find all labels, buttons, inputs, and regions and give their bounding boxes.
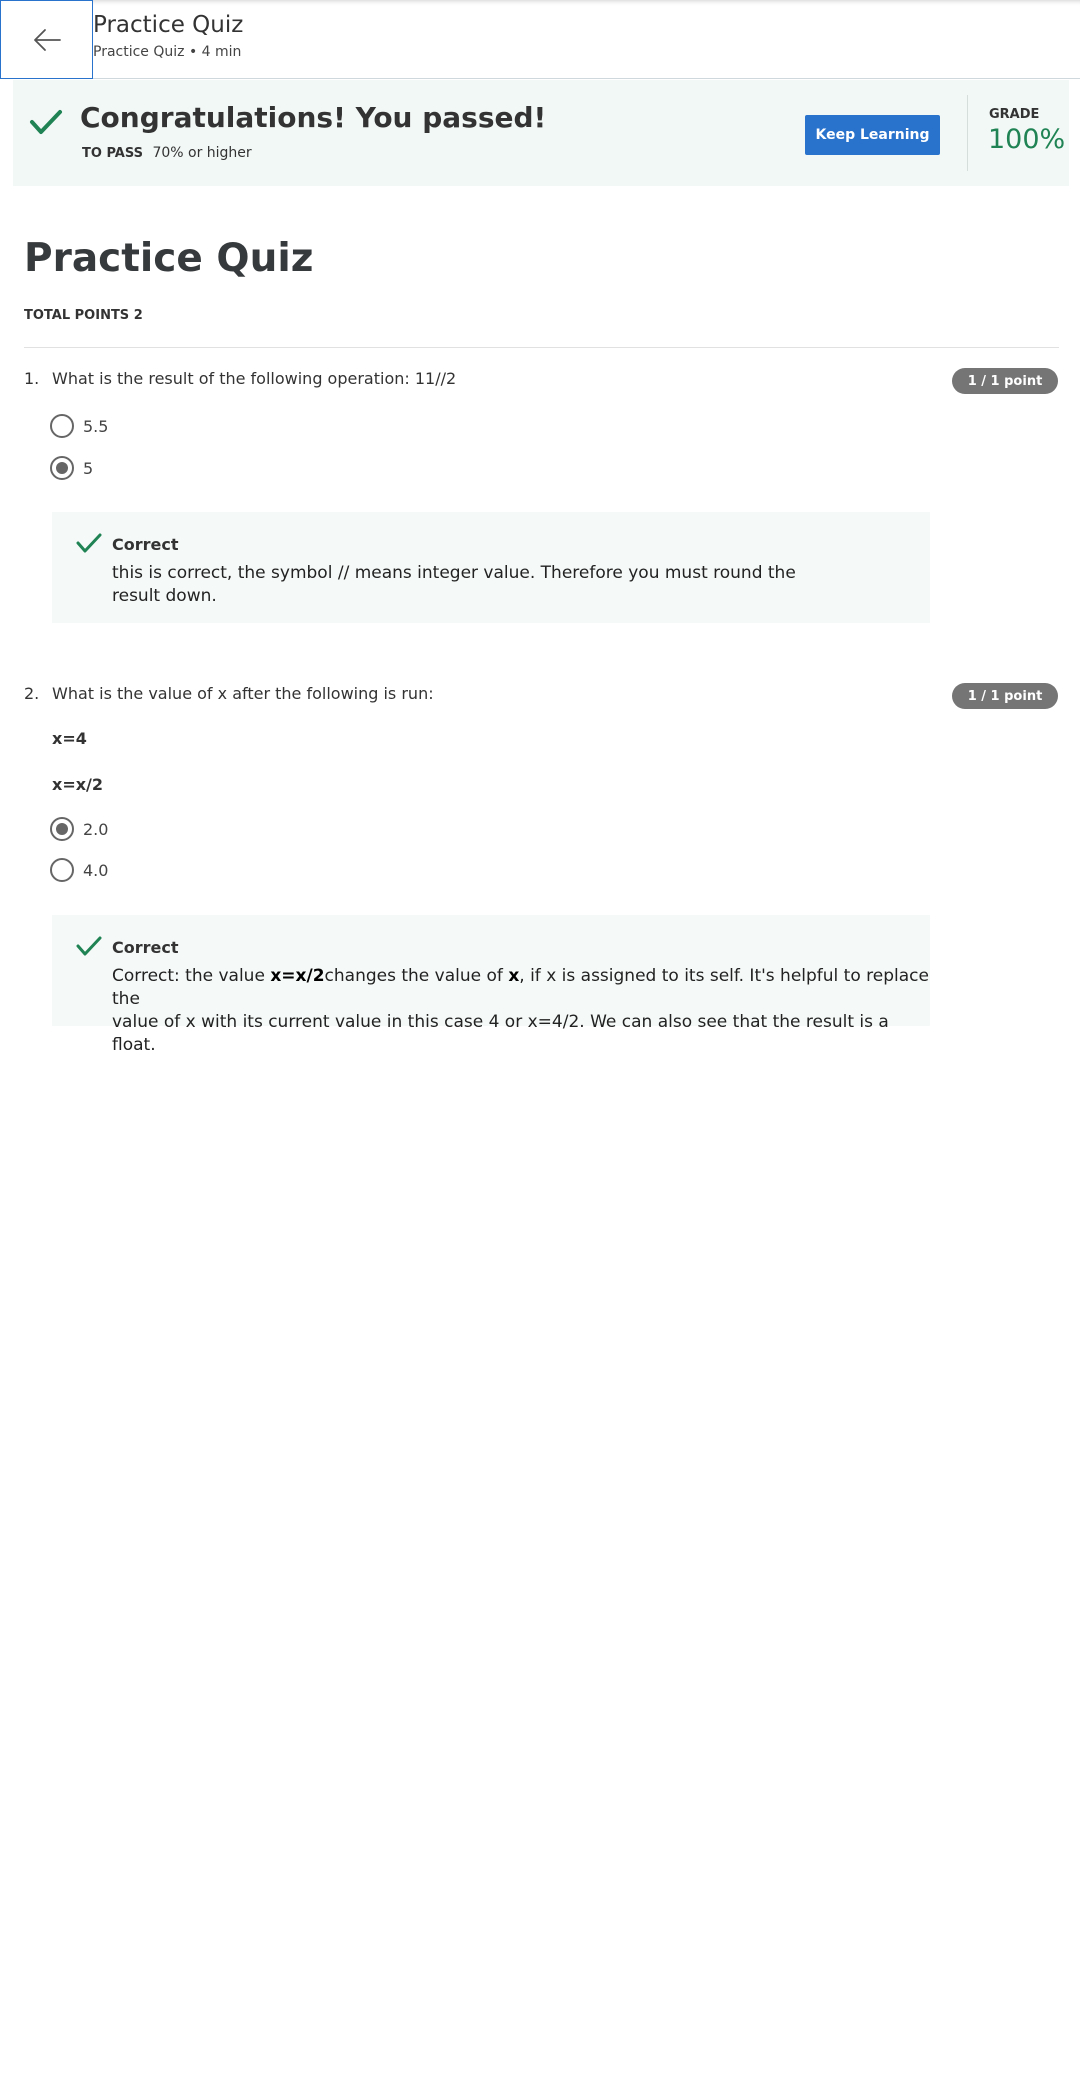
banner-divider — [967, 95, 968, 171]
option-label: 2.0 — [83, 819, 109, 839]
question-2-text: What is the value of x after the followi… — [52, 684, 434, 703]
question-1-points-badge: 1 / 1 point — [952, 368, 1058, 394]
question-2-points-badge: 1 / 1 point — [952, 683, 1058, 709]
question-1-text: What is the result of the following oper… — [52, 369, 457, 388]
grade-value: 100% — [988, 124, 1066, 155]
feedback-line-1: this is correct, the symbol // means int… — [112, 563, 796, 583]
result-banner: Congratulations! You passed! TO PASS 70%… — [13, 80, 1069, 186]
header-subtitle: Practice Quiz • 4 min — [93, 44, 242, 60]
feedback-text-part-2: changes the value of — [324, 966, 509, 986]
grade-label: GRADE — [989, 107, 1040, 122]
to-pass-value: 70% or higher — [152, 145, 252, 161]
feedback-text: Correct: the value x=x/2changes the valu… — [112, 965, 930, 1057]
question-2-feedback: Correct Correct: the value x=x/2changes … — [52, 915, 930, 1055]
header-title: Practice Quiz — [93, 12, 244, 38]
option-label: 5.5 — [83, 416, 109, 436]
question-2-code-line-1: x=4 — [52, 729, 87, 748]
quiz-title: Practice Quiz — [24, 236, 314, 281]
question-1-feedback: Correct this is correct, the symbol // m… — [52, 512, 930, 623]
question-1-number: 1. — [24, 369, 40, 388]
question-1-option-1[interactable]: 5.5 — [50, 412, 108, 440]
question-1-option-2[interactable]: 5 — [50, 454, 93, 482]
feedback-line-2: result down. — [112, 586, 217, 606]
to-pass-label: TO PASS — [82, 146, 143, 161]
divider — [24, 347, 1059, 348]
feedback-text: this is correct, the symbol // means int… — [112, 562, 796, 608]
checkmark-icon — [76, 936, 102, 956]
checkmark-icon — [30, 110, 62, 134]
back-button[interactable] — [0, 0, 93, 79]
radio-dot — [56, 823, 68, 835]
option-label: 4.0 — [83, 860, 109, 880]
question-2-option-1[interactable]: 2.0 — [50, 815, 108, 843]
question-2-code-line-2: x=x/2 — [52, 775, 104, 794]
feedback-line-2: value of x with its current value in thi… — [112, 1012, 889, 1055]
question-2-option-2[interactable]: 4.0 — [50, 856, 108, 884]
arrow-left-icon — [33, 28, 61, 51]
checkmark-icon — [76, 533, 102, 553]
feedback-title: Correct — [112, 938, 179, 957]
feedback-code-bold-2: x — [508, 966, 520, 986]
radio-dot — [56, 462, 68, 474]
result-title: Congratulations! You passed! — [80, 101, 547, 134]
radio-button[interactable] — [50, 858, 74, 882]
radio-button[interactable] — [50, 414, 74, 438]
feedback-code-bold-1: x=x/2 — [270, 966, 325, 986]
page: Practice Quiz Practice Quiz • 4 min Cong… — [0, 0, 1080, 2085]
option-label: 5 — [83, 458, 94, 478]
feedback-text-part-1: Correct: the value — [112, 966, 271, 986]
radio-button-selected[interactable] — [50, 817, 74, 841]
radio-button-selected[interactable] — [50, 456, 74, 480]
question-2-number: 2. — [24, 684, 40, 703]
pass-requirement: TO PASS 70% or higher — [82, 145, 252, 161]
top-bar: Practice Quiz Practice Quiz • 4 min — [0, 0, 1080, 79]
feedback-title: Correct — [112, 535, 179, 554]
total-points: TOTAL POINTS 2 — [24, 308, 143, 323]
keep-learning-button[interactable]: Keep Learning — [805, 115, 940, 155]
